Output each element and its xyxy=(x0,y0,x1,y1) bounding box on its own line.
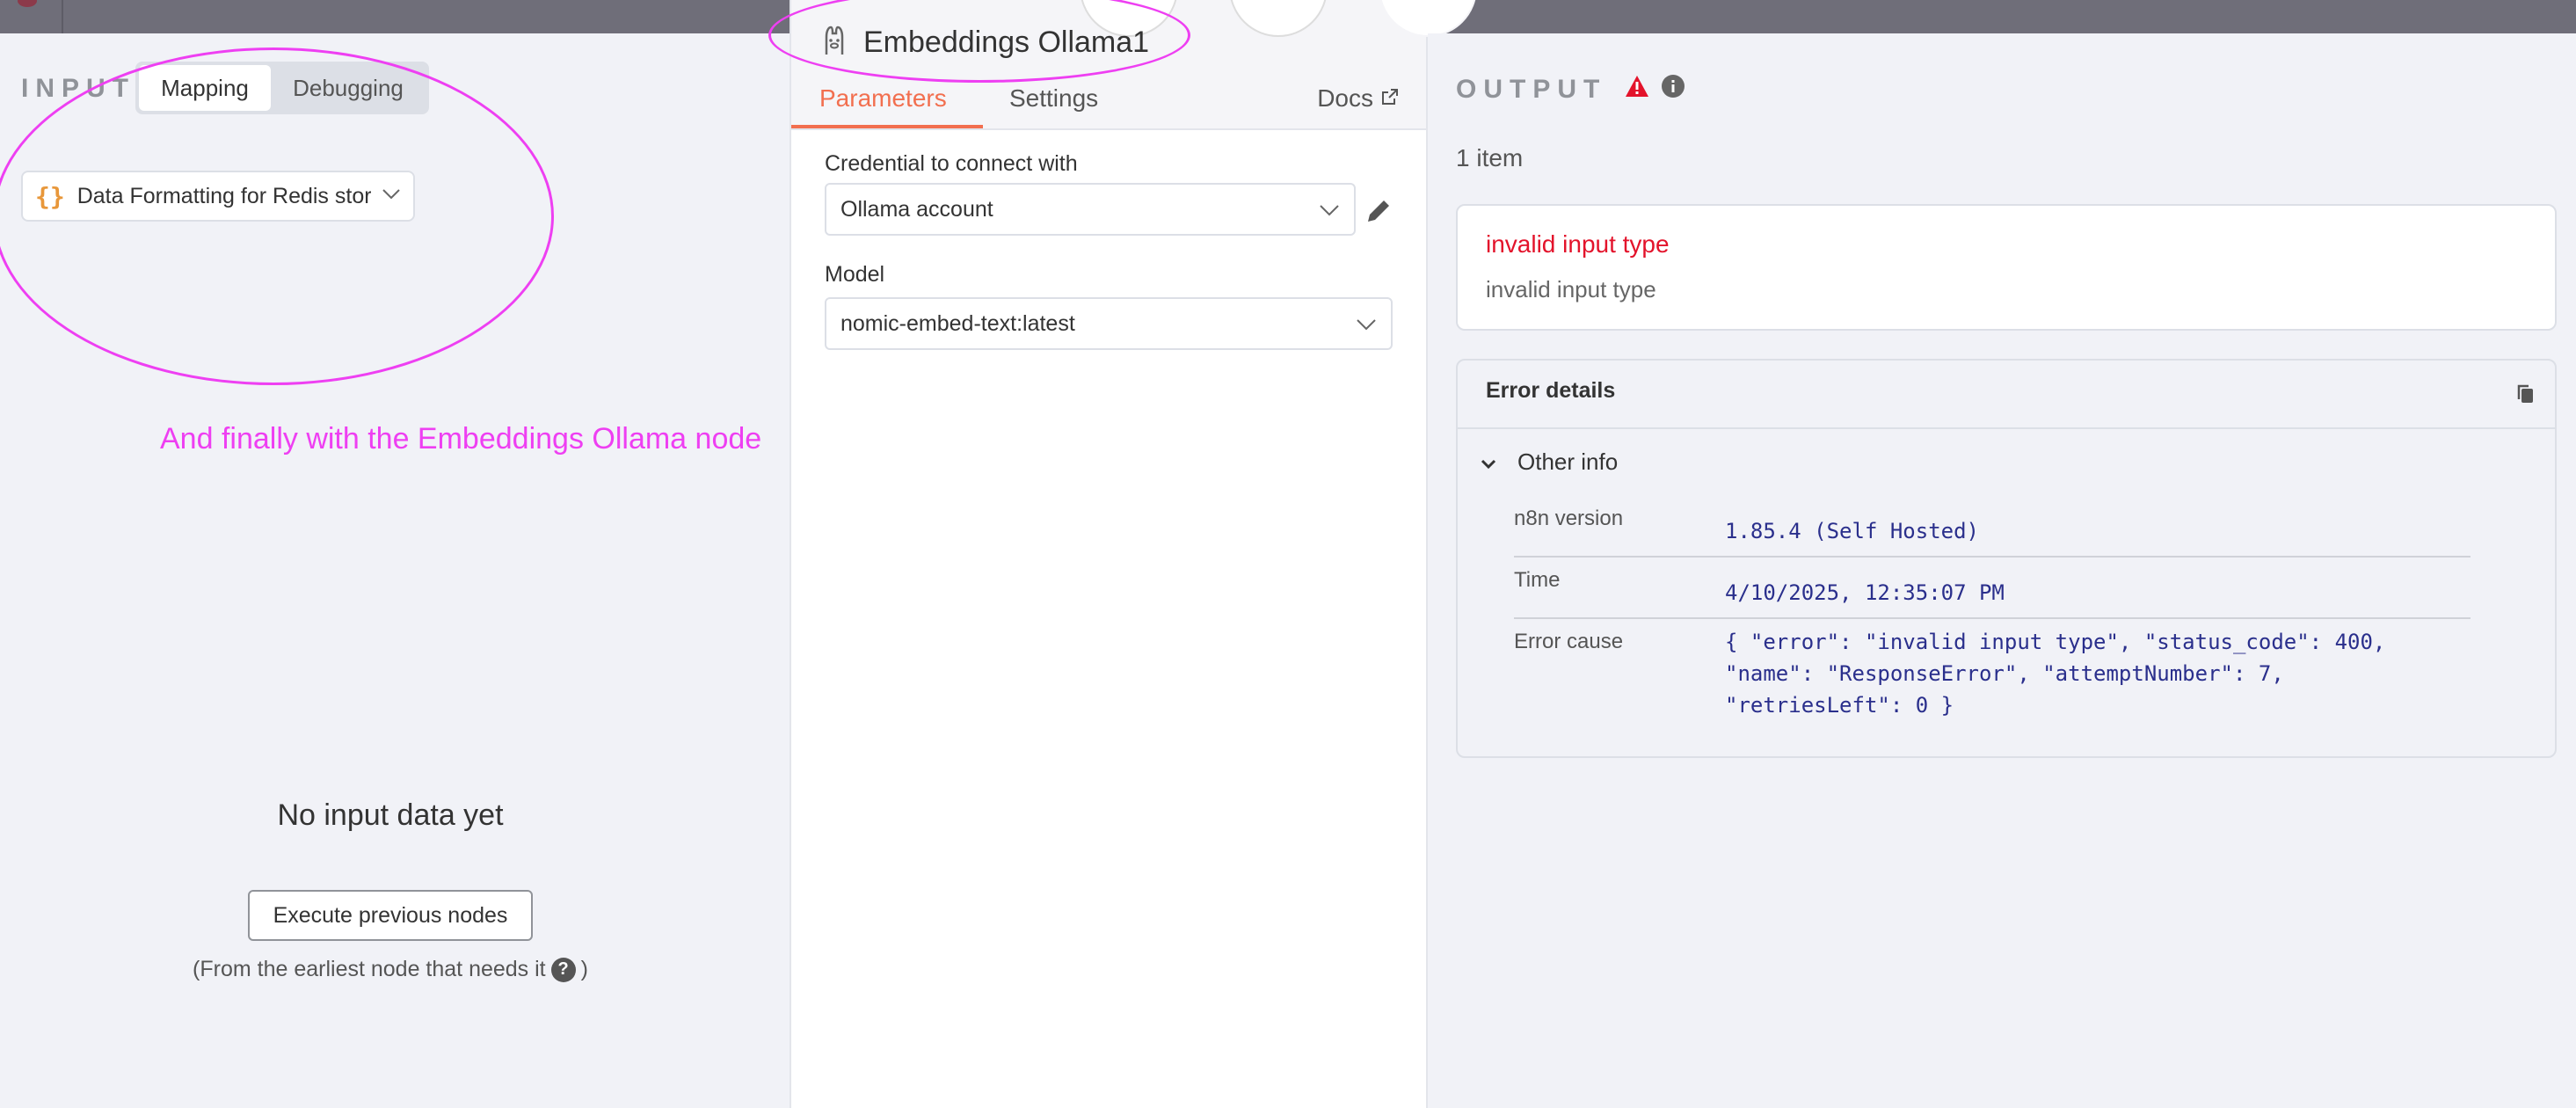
credential-select[interactable]: Ollama account xyxy=(825,183,1356,236)
tab-settings[interactable]: Settings xyxy=(1009,84,1098,113)
node-header: Embeddings Ollama1 Parameters Settings D… xyxy=(768,0,1477,130)
credential-value: Ollama account xyxy=(840,196,993,222)
info-row-separator xyxy=(1514,617,2470,619)
error-details-title: Error details xyxy=(1486,378,1616,403)
canvas-node-bubble xyxy=(1229,0,1328,37)
model-select[interactable]: nomic-embed-text:latest xyxy=(825,297,1393,350)
info-value: 1.85.4 (Self Hosted) xyxy=(1725,519,1979,543)
no-input-heading: No input data yet xyxy=(277,798,504,832)
input-panel: INPUT Mapping Debugging {} Data Formatti… xyxy=(0,33,790,1108)
warning-triangle-icon xyxy=(1624,74,1650,106)
item-count: 1 item xyxy=(1456,144,1524,171)
annotation-text: And finally with the Embeddings Ollama n… xyxy=(160,422,762,456)
error-title: invalid input type xyxy=(1486,230,1670,258)
annotation-ellipse-title xyxy=(768,0,1190,83)
info-value: { "error": "invalid input type", "status… xyxy=(1725,630,2386,718)
external-link-icon xyxy=(1380,84,1400,113)
info-circle-icon[interactable] xyxy=(1661,74,1685,106)
copy-icon[interactable] xyxy=(2516,383,2536,409)
canvas-node-fragment xyxy=(18,0,37,7)
other-info-label: Other info xyxy=(1517,448,1619,475)
error-details-card: Error details Other info n8n version 1.8… xyxy=(1456,359,2557,758)
annotation-ellipse xyxy=(0,47,554,385)
canvas-divider xyxy=(62,0,63,33)
info-value: 4/10/2025, 12:35:07 PM xyxy=(1725,580,2005,605)
output-panel: OUTPUT 1 item invalid input type invalid… xyxy=(1428,33,2576,1108)
info-key: Error cause xyxy=(1514,630,1624,653)
credential-label: Credential to connect with xyxy=(825,151,1078,176)
info-key: Time xyxy=(1514,568,1561,592)
info-row-separator xyxy=(1514,556,2470,558)
chevron-down-icon xyxy=(1481,448,1496,476)
error-card: invalid input type invalid input type xyxy=(1456,204,2557,331)
question-circle-icon[interactable]: ? xyxy=(550,957,576,982)
model-label: Model xyxy=(825,262,885,287)
execute-note-text: (From the earliest node that needs it xyxy=(193,957,546,981)
info-key: n8n version xyxy=(1514,507,1624,530)
docs-link[interactable]: Docs xyxy=(1317,84,1400,113)
execute-note: (From the earliest node that needs it ? … xyxy=(0,957,781,982)
execute-note-close: ) xyxy=(580,957,588,981)
parameters-panel: Embeddings Ollama1 Parameters Settings D… xyxy=(768,0,1477,1108)
edit-credential-pencil-icon[interactable] xyxy=(1364,197,1393,230)
other-info-toggle[interactable]: Other info xyxy=(1481,448,1618,476)
chevron-down-icon xyxy=(1319,197,1340,222)
node-tabs: Parameters Settings Docs xyxy=(791,79,1426,130)
error-details-header: Error details xyxy=(1458,361,2555,429)
tab-parameters[interactable]: Parameters xyxy=(819,84,947,113)
active-tab-underline xyxy=(791,125,983,128)
model-value: nomic-embed-text:latest xyxy=(840,310,1075,336)
execute-previous-nodes-button[interactable]: Execute previous nodes xyxy=(248,890,533,941)
error-description: invalid input type xyxy=(1486,276,1656,303)
chevron-down-icon xyxy=(1356,311,1377,337)
output-title-text: OUTPUT xyxy=(1456,75,1607,104)
docs-label: Docs xyxy=(1317,84,1373,112)
output-title: OUTPUT xyxy=(1456,74,1685,106)
